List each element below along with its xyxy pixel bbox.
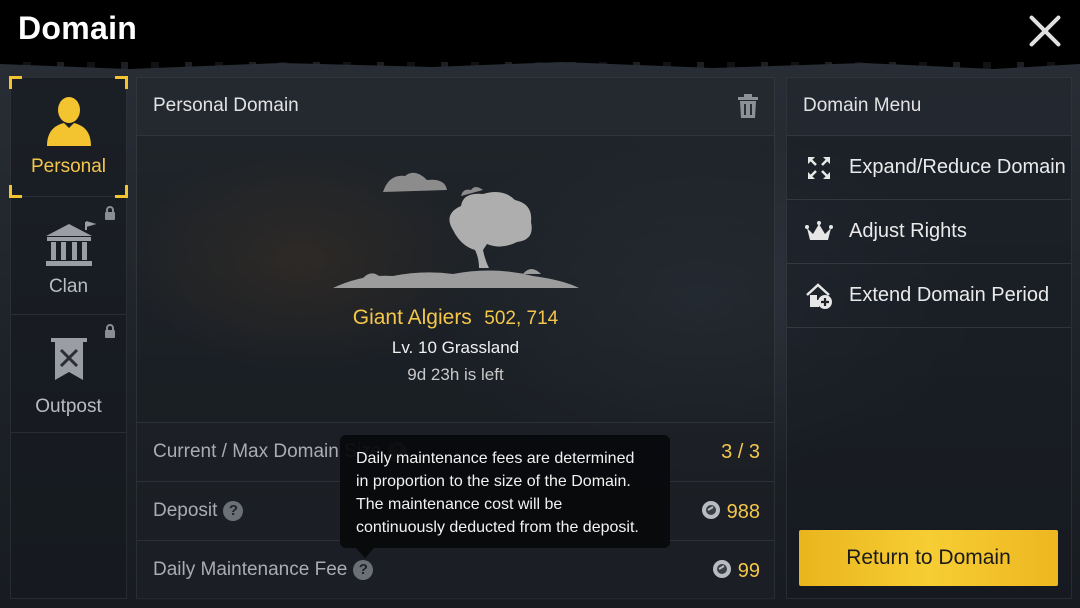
row-value: 99 [712, 559, 760, 583]
help-icon[interactable]: ? [353, 560, 374, 580]
menu-item-label: Expand/Reduce Domain [849, 156, 1066, 178]
domain-coordinates[interactable]: 502, 714 [484, 308, 558, 329]
expand-icon [808, 157, 830, 179]
domain-info: Giant Algiers 502, 714 [137, 306, 774, 330]
selection-corner [9, 76, 22, 89]
crown-rights-icon [805, 221, 833, 240]
sidebar-item-label: Clan [48, 276, 89, 297]
extend-domain-period-button[interactable]: Extend Domain Period [787, 264, 1071, 328]
coin-icon [701, 501, 720, 519]
domain-name: Giant Algiers [352, 306, 472, 329]
close-icon[interactable] [1026, 12, 1064, 50]
banner-icon [51, 338, 87, 380]
row-label: Deposit? [153, 500, 244, 522]
row-value: 988 [701, 500, 760, 524]
domain-menu-panel: Domain Menu Expand/Reduce Domain Adjust … [786, 77, 1072, 599]
adjust-rights-button[interactable]: Adjust Rights [787, 200, 1071, 264]
grassland-tree-illustration [333, 172, 579, 288]
button-label: Return to Domain [846, 546, 1011, 569]
menu-item-label: Adjust Rights [849, 220, 967, 242]
trash-icon[interactable] [737, 94, 759, 118]
sidebar-item-personal[interactable]: Personal [9, 76, 128, 198]
tooltip-line: The maintenance cost will be [356, 496, 563, 513]
tooltip-line: continuously deducted from the deposit. [356, 519, 639, 536]
sidebar-item-clan[interactable]: Clan [11, 196, 126, 315]
sidebar-item-outpost[interactable]: Outpost [11, 314, 126, 433]
domain-time-left: 9d 23h is left [407, 365, 504, 384]
house-plus-icon [806, 283, 832, 309]
tooltip-line: Daily maintenance fees are determined [356, 450, 635, 467]
panel-header: Domain Menu [787, 78, 1071, 136]
top-bar: Domain [0, 0, 1080, 62]
sidebar: Personal Clan Outpost [9, 76, 128, 599]
panel-title: Domain Menu [803, 95, 922, 116]
sidebar-item-label: Outpost [35, 396, 102, 417]
expand-reduce-domain-button[interactable]: Expand/Reduce Domain [787, 136, 1071, 200]
lock-icon [105, 206, 115, 220]
domain-level: Lv. 10 Grassland [391, 338, 520, 357]
page-title: Domain [18, 10, 138, 46]
maintenance-fee-row: Daily Maintenance Fee? 99 [137, 540, 774, 600]
coin-icon [712, 560, 731, 578]
menu-item-label: Extend Domain Period [849, 284, 1050, 306]
lock-icon [105, 324, 115, 338]
row-value: 3 / 3 [721, 441, 760, 463]
tooltip-line: in proportion to the size of the Domain. [356, 473, 631, 490]
sidebar-item-label: Personal [31, 156, 106, 177]
row-label: Daily Maintenance Fee? [153, 559, 374, 581]
panel-header: Personal Domain [137, 78, 774, 136]
person-icon [47, 97, 91, 146]
selection-corner [115, 76, 128, 89]
help-icon[interactable]: ? [223, 501, 244, 521]
return-to-domain-button[interactable]: Return to Domain [799, 530, 1058, 586]
maintenance-tooltip: Daily maintenance fees are determined in… [340, 435, 670, 558]
temple-icon [46, 221, 96, 266]
panel-title: Personal Domain [153, 95, 299, 116]
